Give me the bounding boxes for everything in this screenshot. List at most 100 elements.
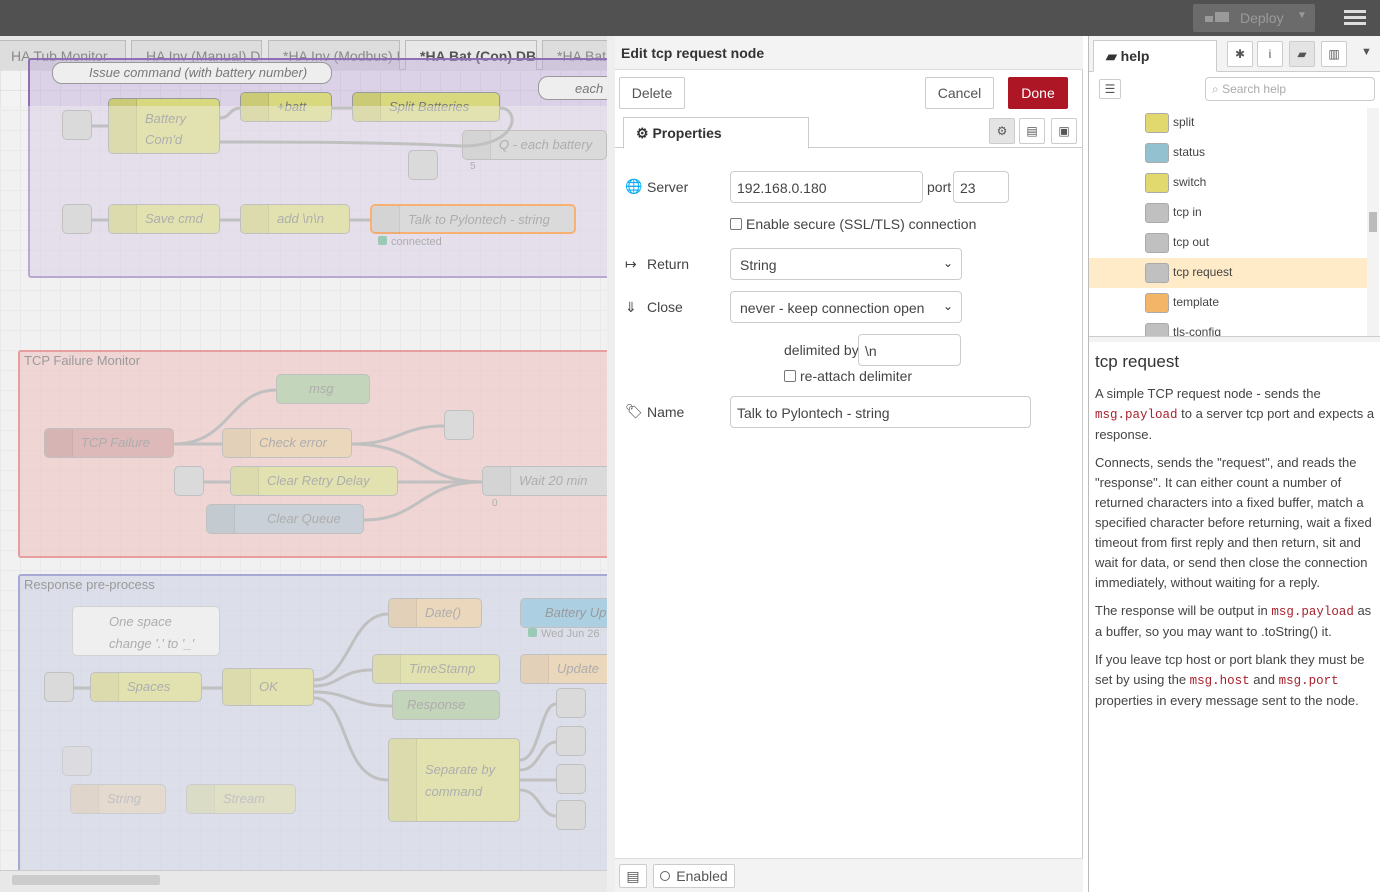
switch-icon [1145,173,1169,193]
tag-icon: 🏷 [625,403,643,419]
sidebar: ▰ help ✱ i ▰ ▥ ▼ ☰ ⌕ Search help split s… [1088,36,1380,892]
reattach-checkbox[interactable] [784,370,796,382]
reattach-label: re-attach delimiter [800,368,913,384]
server-input[interactable]: 192.168.0.180 [730,171,923,203]
node-help-icon[interactable]: ▤ [619,864,647,888]
tcp-icon [1145,203,1169,223]
help-code: msg.payload [1271,605,1354,619]
help-paragraph: Connects, sends the "request", and reads… [1095,455,1372,590]
main-menu-icon[interactable] [1344,10,1366,26]
split-icon [1145,113,1169,133]
chevron-down-icon[interactable]: ▼ [1361,46,1372,58]
delimiter-input[interactable]: \n [858,334,961,366]
workspace-footer [0,870,607,892]
config-icon [1145,323,1169,336]
dashboard-chart-icon[interactable]: ▥ [1321,41,1347,67]
help-text: properties in every message sent to the … [1095,693,1359,708]
ssl-label: Enable secure (SSL/TLS) connection [746,216,977,232]
help-code: msg.payload [1095,408,1178,422]
name-input[interactable]: Talk to Pylontech - string [730,396,1031,428]
delimited-label: delimited by [784,342,859,358]
flow-canvas[interactable]: Issue command (with battery number) each… [0,58,607,892]
close-value: never - keep connection open [740,300,925,316]
gear-icon: ⚙ [636,125,649,141]
description-icon[interactable]: ▤ [1019,118,1045,144]
search-placeholder: Search help [1222,82,1287,96]
tab-label: Properties [652,125,722,141]
server-label: Server [647,179,689,195]
status-icon [1145,143,1169,163]
horizontal-scrollbar[interactable] [12,875,160,885]
palette-item-tls-config[interactable]: tls-config [1089,318,1367,336]
globe-icon: 🌐 [625,178,643,194]
enabled-label: Enabled [676,868,728,884]
palette-item-template[interactable]: template [1089,288,1367,318]
cancel-button[interactable]: Cancel [925,77,994,109]
close-icon: ⇓ [625,299,637,315]
palette-item-tcp-request[interactable]: tcp request [1089,258,1367,288]
list-icon[interactable]: ☰ [1099,79,1121,99]
deploy-caret-icon[interactable]: ▼ [1297,10,1307,21]
return-icon: ↦ [625,256,637,272]
help-text: A simple TCP request node - sends the [1095,386,1321,401]
app-header: Deploy ▼ [0,0,1380,36]
enabled-toggle[interactable]: Enabled [653,864,735,888]
palette-scrollbar[interactable] [1367,108,1379,336]
palette-label: tcp request [1173,265,1233,279]
node-palette-list: split status switch tcp in tcp out tcp r… [1089,108,1367,336]
deploy-icon [1205,12,1229,22]
splitter-handle[interactable] [1089,336,1380,342]
palette-label: switch [1173,175,1207,189]
chevron-down-icon: ⌄ [942,256,953,270]
return-label: Return [647,256,690,272]
debug-icon[interactable]: ✱ [1227,41,1253,67]
tray-title: Edit tcp request node [615,36,1083,70]
info-icon[interactable]: i [1257,41,1283,67]
port-input[interactable]: 23 [953,171,1009,203]
tcp-icon [1145,263,1169,283]
help-paragraph: If you leave tcp host or port blank they… [1095,650,1375,711]
close-label: Close [647,299,683,315]
port-label: port [927,179,952,195]
return-select[interactable]: String ⌄ [730,248,962,280]
palette-item-tcp-out[interactable]: tcp out [1089,228,1367,258]
palette-label: template [1173,295,1220,309]
tab-help[interactable]: ▰ help [1093,40,1217,72]
tab-label: help [1120,48,1150,64]
flow-wires [74,106,557,818]
name-label: Name [647,404,685,420]
ssl-checkbox[interactable] [730,218,742,230]
book-icon: ▰ [1106,48,1117,64]
palette-item-tcp-in[interactable]: tcp in [1089,198,1367,228]
search-help-input[interactable]: ⌕ Search help [1205,77,1375,101]
search-icon: ⌕ [1212,82,1223,96]
palette-label: tcp in [1173,205,1202,219]
chevron-down-icon: ⌄ [942,299,953,313]
scroll-thumb[interactable] [1369,212,1377,232]
close-select[interactable]: never - keep connection open ⌄ [730,291,962,323]
help-paragraph: A simple TCP request node - sends the ms… [1095,384,1375,445]
workspace: HA Tub Monitor HA Inv (Manual) DB *HA In… [0,36,607,892]
help-book-icon[interactable]: ▰ [1289,41,1315,67]
palette-item-split[interactable]: split [1089,108,1367,138]
tcp-icon [1145,233,1169,253]
tray-footer: ▤ Enabled [615,858,1083,892]
palette-label: status [1173,145,1206,159]
appearance-icon[interactable]: ▣ [1051,118,1077,144]
edit-tray: Edit tcp request node Delete Cancel Done… [607,36,1083,892]
tab-properties[interactable]: ⚙ Properties [623,117,809,149]
circle-icon [660,871,671,881]
settings-gear-icon[interactable]: ⚙ [989,118,1015,144]
palette-item-status[interactable]: status [1089,138,1367,168]
palette-item-switch[interactable]: switch [1089,168,1367,198]
help-code: msg.host [1189,674,1250,688]
deploy-button[interactable]: Deploy ▼ [1193,4,1315,32]
delete-button[interactable]: Delete [619,77,685,109]
help-paragraph: The response will be output in msg.paylo… [1095,601,1375,642]
palette-label: split [1173,115,1195,129]
help-content: tcp request A simple TCP request node - … [1095,352,1375,719]
help-text: The response will be output in [1095,603,1272,618]
deploy-label: Deploy [1240,10,1284,26]
done-button[interactable]: Done [1008,77,1068,109]
help-title: tcp request [1095,352,1180,371]
